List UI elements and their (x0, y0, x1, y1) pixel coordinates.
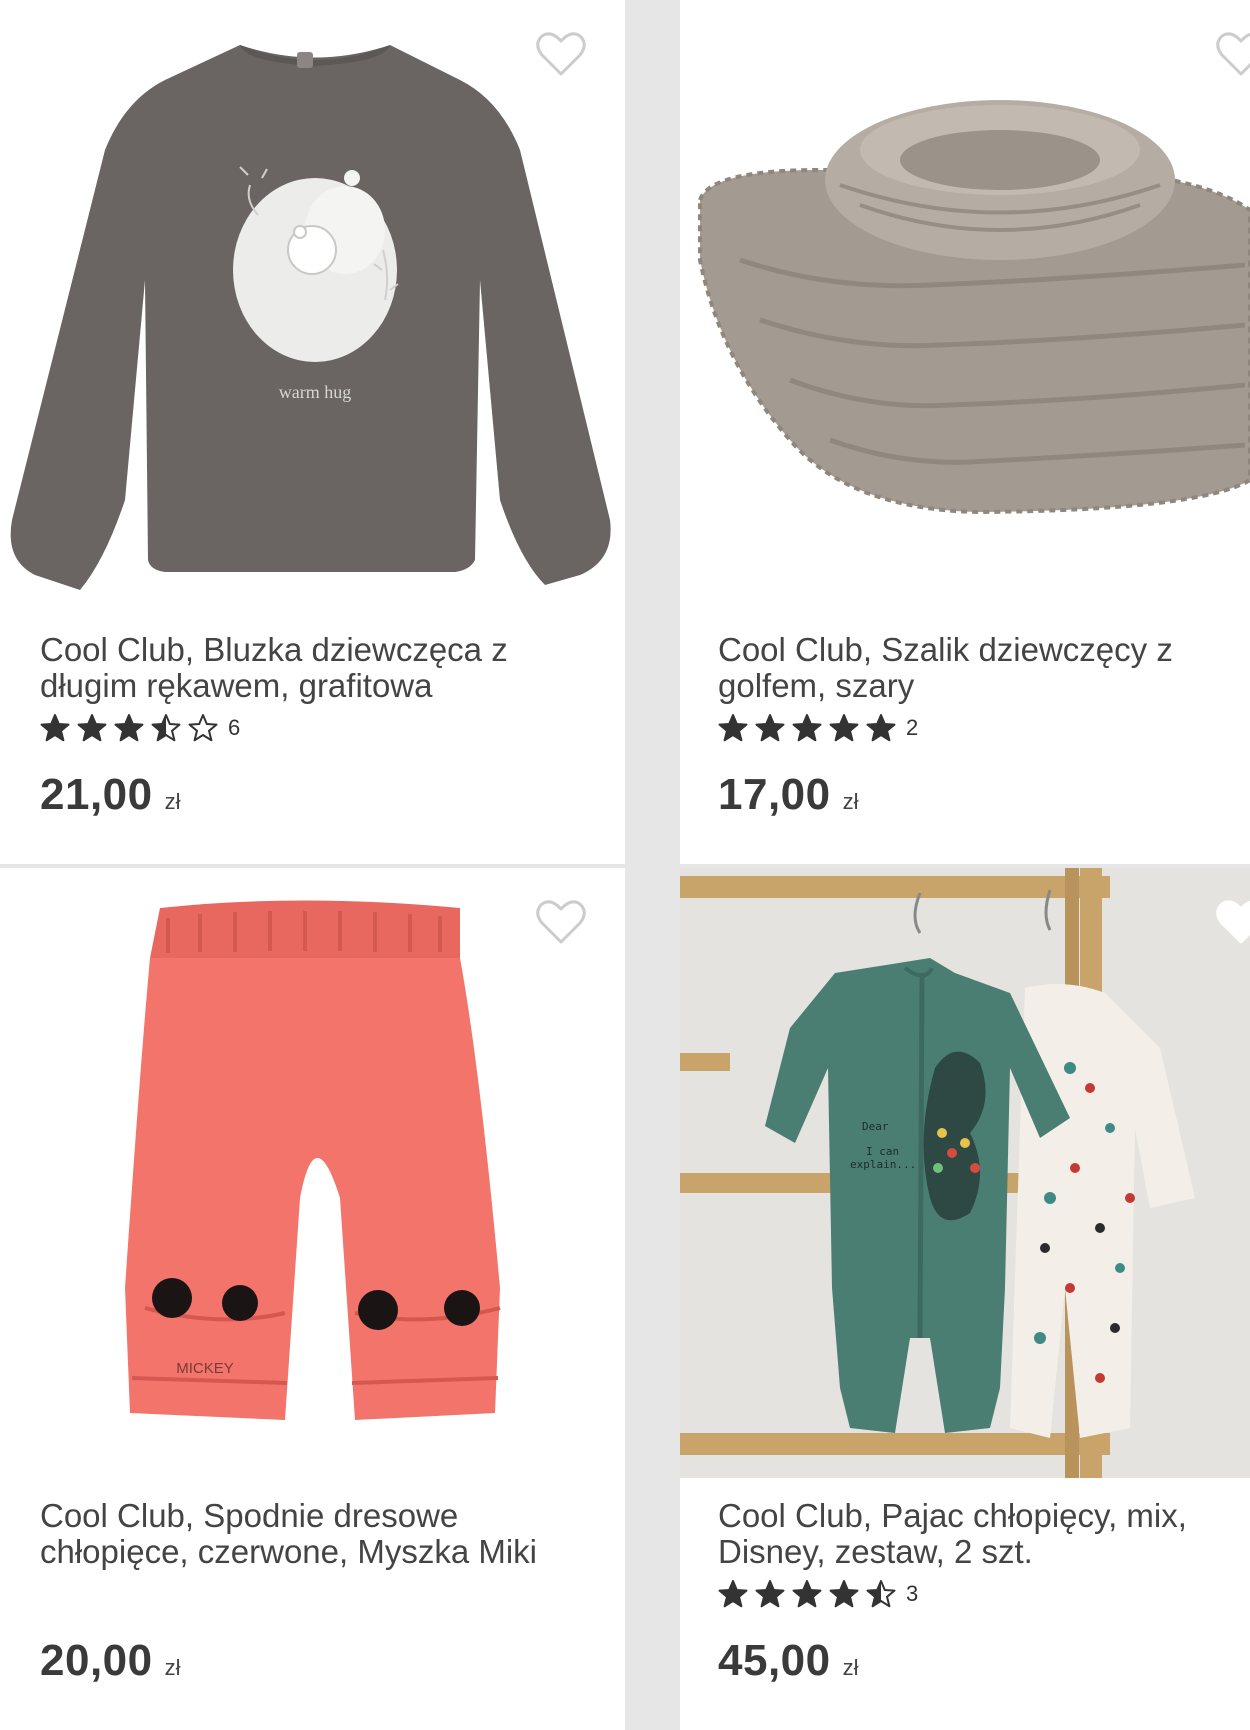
product-title-line1: Cool Club, Bluzka dziewczęca z (40, 631, 508, 668)
heart-icon[interactable] (535, 898, 587, 946)
price-amount: 45,00 (718, 1636, 831, 1685)
sweater-image: warm hug (0, 0, 625, 610)
sweater-print-text: warm hug (279, 382, 351, 402)
pants-image: MICKEY (0, 868, 625, 1478)
review-count: 6 (228, 715, 241, 740)
romper-print-text-3: explain... (850, 1158, 916, 1171)
price-currency: zł (164, 1655, 181, 1680)
product-title[interactable]: Cool Club, Spodnie dresowe chłopięce, cz… (40, 1498, 595, 1570)
star-filled-icon (792, 714, 822, 742)
romper-print-text-1: Dear (862, 1120, 889, 1133)
rating-stars: 6 (40, 713, 240, 743)
price-currency: zł (842, 1655, 859, 1680)
price-amount: 17,00 (718, 770, 831, 819)
knit-scarf-image (680, 0, 1250, 610)
product-title[interactable]: Cool Club, Szalik dziewczęcy z golfem, s… (718, 632, 1220, 704)
star-filled-icon (718, 1580, 748, 1608)
product-image[interactable]: Dear I can explain... (680, 868, 1250, 1478)
price: 21,00 zł (40, 770, 181, 820)
product-title-line1: Cool Club, Spodnie dresowe (40, 1497, 459, 1534)
product-title-line1: Cool Club, Pajac chłopięcy, mix, (718, 1497, 1187, 1534)
price: 17,00 zł (718, 770, 859, 820)
product-card[interactable]: warm hug Cool Club, Bluzka dziewczęca z … (0, 0, 625, 864)
product-card[interactable]: MICKEY Cool Club, Spodnie dresowe chłopi… (0, 868, 625, 1730)
product-image[interactable]: warm hug (0, 0, 625, 610)
rating-stars: 3 (718, 1579, 918, 1609)
star-filled-icon (792, 1580, 822, 1608)
price-currency: zł (842, 789, 859, 814)
rating-stars: 2 (718, 713, 918, 743)
price: 20,00 zł (40, 1636, 181, 1686)
heart-icon[interactable] (1215, 898, 1250, 946)
rompers-image: Dear I can explain... (680, 868, 1250, 1478)
price-amount: 20,00 (40, 1636, 153, 1685)
product-title-line2: długim rękawem, grafitowa (40, 667, 433, 704)
star-empty-icon (188, 714, 218, 742)
price-currency: zł (164, 789, 181, 814)
star-filled-icon (755, 1580, 785, 1608)
heart-icon[interactable] (1215, 30, 1250, 78)
product-title-line2: Disney, zestaw, 2 szt. (718, 1533, 1033, 1570)
product-title[interactable]: Cool Club, Bluzka dziewczęca z długim rę… (40, 632, 595, 704)
star-half-icon (151, 714, 181, 742)
product-title-line2: golfem, szary (718, 667, 915, 704)
star-filled-icon (718, 714, 748, 742)
product-title-line2: chłopięce, czerwone, Myszka Miki (40, 1533, 537, 1570)
product-image[interactable]: MICKEY (0, 868, 625, 1478)
star-filled-icon (829, 714, 859, 742)
review-count: 2 (906, 715, 919, 740)
product-title[interactable]: Cool Club, Pajac chłopięcy, mix, Disney,… (718, 1498, 1220, 1570)
star-filled-icon (755, 714, 785, 742)
price-amount: 21,00 (40, 770, 153, 819)
star-filled-icon (77, 714, 107, 742)
product-card[interactable]: Cool Club, Szalik dziewczęcy z golfem, s… (680, 0, 1250, 864)
star-half-icon (866, 1580, 896, 1608)
star-filled-icon (866, 714, 896, 742)
star-filled-icon (40, 714, 70, 742)
product-card[interactable]: Dear I can explain... Cool Club, Pajac c… (680, 868, 1250, 1730)
pants-print-text: MICKEY (176, 1360, 234, 1377)
romper-print-text-2: I can (866, 1145, 899, 1158)
product-title-line1: Cool Club, Szalik dziewczęcy z (718, 631, 1173, 668)
review-count: 3 (906, 1581, 919, 1606)
star-filled-icon (114, 714, 144, 742)
price: 45,00 zł (718, 1636, 859, 1686)
product-image[interactable] (680, 0, 1250, 610)
heart-icon[interactable] (535, 30, 587, 78)
star-filled-icon (829, 1580, 859, 1608)
